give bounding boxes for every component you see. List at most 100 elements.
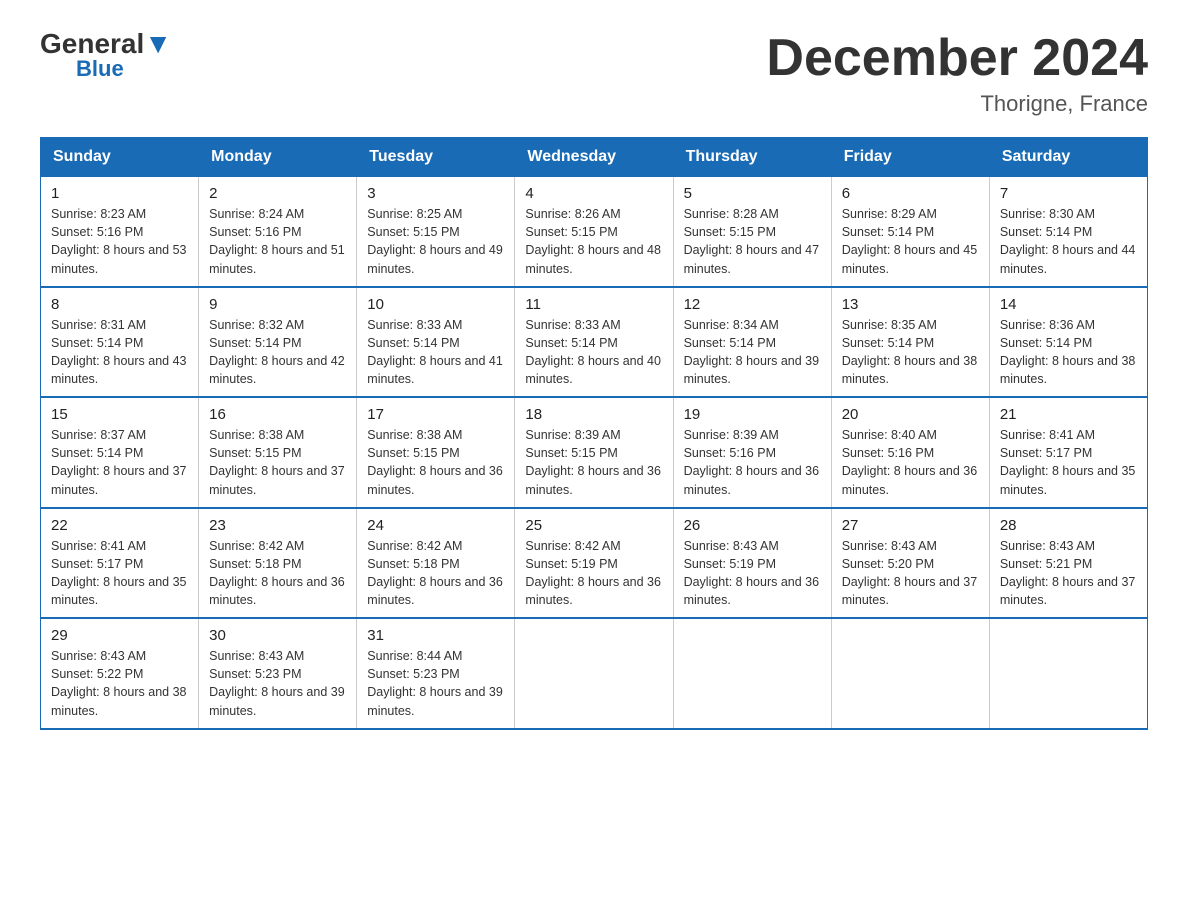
day-cell-13: 13 Sunrise: 8:35 AM Sunset: 5:14 PM Dayl… <box>831 287 989 398</box>
day-cell-24: 24 Sunrise: 8:42 AM Sunset: 5:18 PM Dayl… <box>357 508 515 619</box>
day-cell-6: 6 Sunrise: 8:29 AM Sunset: 5:14 PM Dayli… <box>831 177 989 287</box>
day-number: 18 <box>525 406 662 423</box>
calendar-table: SundayMondayTuesdayWednesdayThursdayFrid… <box>40 137 1148 730</box>
day-info: Sunrise: 8:39 AM Sunset: 5:15 PM Dayligh… <box>525 426 662 499</box>
day-number: 27 <box>842 517 979 534</box>
day-info: Sunrise: 8:42 AM Sunset: 5:18 PM Dayligh… <box>367 537 504 610</box>
day-number: 24 <box>367 517 504 534</box>
day-info: Sunrise: 8:36 AM Sunset: 5:14 PM Dayligh… <box>1000 316 1137 389</box>
day-info: Sunrise: 8:43 AM Sunset: 5:22 PM Dayligh… <box>51 647 188 720</box>
empty-cell-4-6 <box>989 618 1147 729</box>
weekday-header-saturday: Saturday <box>989 138 1147 177</box>
day-number: 1 <box>51 185 188 202</box>
day-cell-2: 2 Sunrise: 8:24 AM Sunset: 5:16 PM Dayli… <box>199 177 357 287</box>
day-number: 22 <box>51 517 188 534</box>
weekday-header-friday: Friday <box>831 138 989 177</box>
day-number: 30 <box>209 627 346 644</box>
day-number: 15 <box>51 406 188 423</box>
day-number: 11 <box>525 296 662 313</box>
day-cell-9: 9 Sunrise: 8:32 AM Sunset: 5:14 PM Dayli… <box>199 287 357 398</box>
day-number: 7 <box>1000 185 1137 202</box>
logo-triangle-icon: ▼ <box>144 28 172 59</box>
day-number: 17 <box>367 406 504 423</box>
day-cell-31: 31 Sunrise: 8:44 AM Sunset: 5:23 PM Dayl… <box>357 618 515 729</box>
weekday-header-tuesday: Tuesday <box>357 138 515 177</box>
logo-blue-text: Blue <box>76 58 124 80</box>
day-number: 19 <box>684 406 821 423</box>
day-number: 13 <box>842 296 979 313</box>
day-info: Sunrise: 8:33 AM Sunset: 5:14 PM Dayligh… <box>525 316 662 389</box>
day-number: 5 <box>684 185 821 202</box>
weekday-header-wednesday: Wednesday <box>515 138 673 177</box>
day-info: Sunrise: 8:42 AM Sunset: 5:18 PM Dayligh… <box>209 537 346 610</box>
day-info: Sunrise: 8:32 AM Sunset: 5:14 PM Dayligh… <box>209 316 346 389</box>
day-cell-19: 19 Sunrise: 8:39 AM Sunset: 5:16 PM Dayl… <box>673 397 831 508</box>
day-info: Sunrise: 8:26 AM Sunset: 5:15 PM Dayligh… <box>525 205 662 278</box>
day-info: Sunrise: 8:30 AM Sunset: 5:14 PM Dayligh… <box>1000 205 1137 278</box>
day-cell-29: 29 Sunrise: 8:43 AM Sunset: 5:22 PM Dayl… <box>41 618 199 729</box>
weekday-header-row: SundayMondayTuesdayWednesdayThursdayFrid… <box>41 138 1148 177</box>
day-info: Sunrise: 8:41 AM Sunset: 5:17 PM Dayligh… <box>51 537 188 610</box>
day-cell-14: 14 Sunrise: 8:36 AM Sunset: 5:14 PM Dayl… <box>989 287 1147 398</box>
day-info: Sunrise: 8:43 AM Sunset: 5:21 PM Dayligh… <box>1000 537 1137 610</box>
weekday-header-monday: Monday <box>199 138 357 177</box>
day-cell-27: 27 Sunrise: 8:43 AM Sunset: 5:20 PM Dayl… <box>831 508 989 619</box>
day-cell-11: 11 Sunrise: 8:33 AM Sunset: 5:14 PM Dayl… <box>515 287 673 398</box>
empty-cell-4-3 <box>515 618 673 729</box>
day-cell-25: 25 Sunrise: 8:42 AM Sunset: 5:19 PM Dayl… <box>515 508 673 619</box>
day-number: 25 <box>525 517 662 534</box>
day-number: 14 <box>1000 296 1137 313</box>
day-info: Sunrise: 8:40 AM Sunset: 5:16 PM Dayligh… <box>842 426 979 499</box>
day-cell-1: 1 Sunrise: 8:23 AM Sunset: 5:16 PM Dayli… <box>41 177 199 287</box>
day-cell-5: 5 Sunrise: 8:28 AM Sunset: 5:15 PM Dayli… <box>673 177 831 287</box>
day-info: Sunrise: 8:44 AM Sunset: 5:23 PM Dayligh… <box>367 647 504 720</box>
day-cell-23: 23 Sunrise: 8:42 AM Sunset: 5:18 PM Dayl… <box>199 508 357 619</box>
day-cell-26: 26 Sunrise: 8:43 AM Sunset: 5:19 PM Dayl… <box>673 508 831 619</box>
day-info: Sunrise: 8:29 AM Sunset: 5:14 PM Dayligh… <box>842 205 979 278</box>
day-number: 20 <box>842 406 979 423</box>
day-info: Sunrise: 8:23 AM Sunset: 5:16 PM Dayligh… <box>51 205 188 278</box>
day-info: Sunrise: 8:37 AM Sunset: 5:14 PM Dayligh… <box>51 426 188 499</box>
day-number: 10 <box>367 296 504 313</box>
day-number: 21 <box>1000 406 1137 423</box>
day-number: 29 <box>51 627 188 644</box>
title-block: December 2024 Thorigne, France <box>766 30 1148 117</box>
day-info: Sunrise: 8:38 AM Sunset: 5:15 PM Dayligh… <box>367 426 504 499</box>
logo: General▼ Blue <box>40 30 172 80</box>
day-info: Sunrise: 8:25 AM Sunset: 5:15 PM Dayligh… <box>367 205 504 278</box>
day-cell-20: 20 Sunrise: 8:40 AM Sunset: 5:16 PM Dayl… <box>831 397 989 508</box>
weekday-header-thursday: Thursday <box>673 138 831 177</box>
day-info: Sunrise: 8:42 AM Sunset: 5:19 PM Dayligh… <box>525 537 662 610</box>
day-cell-3: 3 Sunrise: 8:25 AM Sunset: 5:15 PM Dayli… <box>357 177 515 287</box>
day-cell-12: 12 Sunrise: 8:34 AM Sunset: 5:14 PM Dayl… <box>673 287 831 398</box>
day-info: Sunrise: 8:34 AM Sunset: 5:14 PM Dayligh… <box>684 316 821 389</box>
day-number: 6 <box>842 185 979 202</box>
month-title: December 2024 <box>766 30 1148 87</box>
day-number: 31 <box>367 627 504 644</box>
empty-cell-4-5 <box>831 618 989 729</box>
day-cell-22: 22 Sunrise: 8:41 AM Sunset: 5:17 PM Dayl… <box>41 508 199 619</box>
day-number: 3 <box>367 185 504 202</box>
day-number: 12 <box>684 296 821 313</box>
day-number: 4 <box>525 185 662 202</box>
day-info: Sunrise: 8:33 AM Sunset: 5:14 PM Dayligh… <box>367 316 504 389</box>
day-info: Sunrise: 8:31 AM Sunset: 5:14 PM Dayligh… <box>51 316 188 389</box>
day-cell-15: 15 Sunrise: 8:37 AM Sunset: 5:14 PM Dayl… <box>41 397 199 508</box>
day-cell-10: 10 Sunrise: 8:33 AM Sunset: 5:14 PM Dayl… <box>357 287 515 398</box>
day-cell-30: 30 Sunrise: 8:43 AM Sunset: 5:23 PM Dayl… <box>199 618 357 729</box>
day-info: Sunrise: 8:43 AM Sunset: 5:20 PM Dayligh… <box>842 537 979 610</box>
day-cell-4: 4 Sunrise: 8:26 AM Sunset: 5:15 PM Dayli… <box>515 177 673 287</box>
day-cell-21: 21 Sunrise: 8:41 AM Sunset: 5:17 PM Dayl… <box>989 397 1147 508</box>
day-number: 23 <box>209 517 346 534</box>
week-row-5: 29 Sunrise: 8:43 AM Sunset: 5:22 PM Dayl… <box>41 618 1148 729</box>
empty-cell-4-4 <box>673 618 831 729</box>
day-info: Sunrise: 8:35 AM Sunset: 5:14 PM Dayligh… <box>842 316 979 389</box>
day-info: Sunrise: 8:39 AM Sunset: 5:16 PM Dayligh… <box>684 426 821 499</box>
week-row-3: 15 Sunrise: 8:37 AM Sunset: 5:14 PM Dayl… <box>41 397 1148 508</box>
day-info: Sunrise: 8:43 AM Sunset: 5:23 PM Dayligh… <box>209 647 346 720</box>
day-cell-7: 7 Sunrise: 8:30 AM Sunset: 5:14 PM Dayli… <box>989 177 1147 287</box>
day-cell-8: 8 Sunrise: 8:31 AM Sunset: 5:14 PM Dayli… <box>41 287 199 398</box>
day-cell-16: 16 Sunrise: 8:38 AM Sunset: 5:15 PM Dayl… <box>199 397 357 508</box>
day-info: Sunrise: 8:38 AM Sunset: 5:15 PM Dayligh… <box>209 426 346 499</box>
day-info: Sunrise: 8:24 AM Sunset: 5:16 PM Dayligh… <box>209 205 346 278</box>
